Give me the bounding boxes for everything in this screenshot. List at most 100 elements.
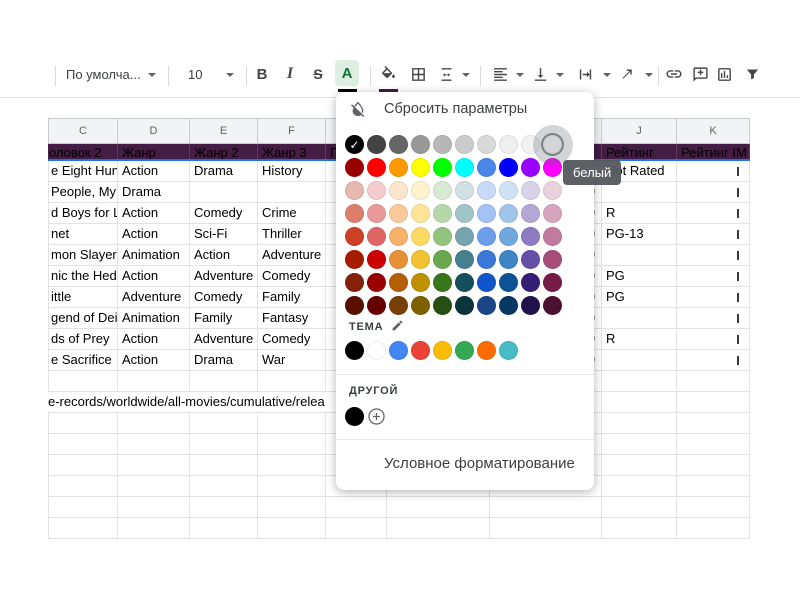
text-rotation-button[interactable] xyxy=(613,60,641,88)
cell[interactable]: net xyxy=(48,224,118,245)
color-swatch[interactable] xyxy=(433,135,452,154)
cell[interactable]: Animation xyxy=(118,308,190,329)
cell[interactable] xyxy=(677,476,750,497)
column-header[interactable]: F xyxy=(258,118,326,144)
cell[interactable]: Fantasy xyxy=(258,308,326,329)
cell[interactable]: Sci-Fi xyxy=(190,224,258,245)
color-swatch[interactable] xyxy=(389,296,408,315)
color-swatch[interactable] xyxy=(433,227,452,246)
color-swatch[interactable] xyxy=(521,227,540,246)
cell[interactable]: PG xyxy=(602,287,677,308)
color-swatch[interactable] xyxy=(411,227,430,246)
theme-color-swatch[interactable] xyxy=(455,341,474,360)
cell[interactable] xyxy=(258,476,326,497)
cell[interactable] xyxy=(677,371,750,392)
color-swatch[interactable] xyxy=(433,296,452,315)
edit-theme-pencil-icon[interactable] xyxy=(391,319,404,332)
cell[interactable]: nic the Hedg xyxy=(48,266,118,287)
cell[interactable] xyxy=(602,182,677,203)
column-header[interactable]: D xyxy=(118,118,190,144)
cell[interactable] xyxy=(677,245,750,266)
color-swatch[interactable] xyxy=(345,181,364,200)
italic-button[interactable]: I xyxy=(276,60,304,88)
cell[interactable] xyxy=(326,518,387,539)
cell-overflow-text[interactable]: e-records/worldwide/all-movies/cumulativ… xyxy=(48,392,336,412)
color-swatch[interactable] xyxy=(411,181,430,200)
color-swatch[interactable] xyxy=(455,158,474,177)
cell[interactable] xyxy=(602,497,677,518)
column-header[interactable]: E xyxy=(190,118,258,144)
color-swatch[interactable] xyxy=(389,250,408,269)
color-swatch[interactable] xyxy=(521,250,540,269)
cell[interactable] xyxy=(602,245,677,266)
color-swatch[interactable] xyxy=(367,181,386,200)
cell[interactable] xyxy=(677,434,750,455)
cell[interactable] xyxy=(677,287,750,308)
color-swatch[interactable] xyxy=(367,273,386,292)
color-swatch[interactable] xyxy=(367,250,386,269)
color-swatch[interactable] xyxy=(477,227,496,246)
color-swatch[interactable] xyxy=(367,158,386,177)
color-swatch[interactable] xyxy=(389,273,408,292)
cell[interactable]: e Eight Hund xyxy=(48,161,118,182)
color-swatch[interactable] xyxy=(543,204,562,223)
theme-color-swatch[interactable] xyxy=(367,341,386,360)
cell[interactable] xyxy=(258,518,326,539)
cell[interactable] xyxy=(602,392,677,413)
theme-color-swatch[interactable] xyxy=(433,341,452,360)
color-swatch[interactable] xyxy=(499,296,518,315)
color-swatch[interactable] xyxy=(477,204,496,223)
cell[interactable] xyxy=(48,497,118,518)
color-swatch[interactable] xyxy=(499,158,518,177)
cell[interactable]: Adventure xyxy=(190,329,258,350)
cell[interactable] xyxy=(677,329,750,350)
cell[interactable] xyxy=(118,455,190,476)
cell[interactable]: R xyxy=(602,329,677,350)
borders-button[interactable] xyxy=(404,60,432,88)
cell[interactable] xyxy=(677,392,750,413)
cell[interactable] xyxy=(677,308,750,329)
color-swatch[interactable] xyxy=(521,273,540,292)
cell[interactable]: History xyxy=(258,161,326,182)
theme-color-swatch[interactable] xyxy=(477,341,496,360)
theme-color-swatch[interactable] xyxy=(389,341,408,360)
cell[interactable] xyxy=(258,413,326,434)
cell[interactable] xyxy=(190,497,258,518)
color-swatch[interactable] xyxy=(543,227,562,246)
color-swatch[interactable] xyxy=(477,273,496,292)
color-swatch[interactable] xyxy=(499,273,518,292)
bold-button[interactable]: B xyxy=(248,60,276,88)
cell[interactable]: mon Slayer t xyxy=(48,245,118,266)
cell[interactable]: People, My xyxy=(48,182,118,203)
color-swatch[interactable] xyxy=(411,250,430,269)
theme-color-swatch[interactable] xyxy=(499,341,518,360)
cell[interactable]: ds of Prey xyxy=(48,329,118,350)
cell[interactable] xyxy=(677,350,750,371)
cell[interactable] xyxy=(677,203,750,224)
cell[interactable] xyxy=(118,497,190,518)
color-swatch[interactable] xyxy=(543,250,562,269)
cell[interactable]: Action xyxy=(118,203,190,224)
color-swatch[interactable] xyxy=(345,273,364,292)
fill-color-button[interactable] xyxy=(374,60,402,88)
color-swatch[interactable] xyxy=(411,296,430,315)
cell[interactable]: Family xyxy=(258,287,326,308)
color-swatch[interactable] xyxy=(389,227,408,246)
color-swatch[interactable] xyxy=(345,296,364,315)
cell[interactable]: Action xyxy=(118,161,190,182)
color-swatch[interactable] xyxy=(411,158,430,177)
color-swatch[interactable] xyxy=(455,204,474,223)
cell[interactable]: Adventure xyxy=(118,287,190,308)
color-swatch[interactable] xyxy=(455,181,474,200)
color-swatch[interactable] xyxy=(477,250,496,269)
cell[interactable]: Action xyxy=(118,329,190,350)
horizontal-align-button[interactable] xyxy=(486,60,514,88)
color-swatch[interactable] xyxy=(389,181,408,200)
cell[interactable] xyxy=(118,476,190,497)
cell[interactable] xyxy=(490,497,602,518)
color-swatch[interactable] xyxy=(499,227,518,246)
cell[interactable] xyxy=(190,476,258,497)
cell[interactable]: Drama xyxy=(190,161,258,182)
cell[interactable] xyxy=(326,497,387,518)
color-swatch[interactable] xyxy=(345,250,364,269)
